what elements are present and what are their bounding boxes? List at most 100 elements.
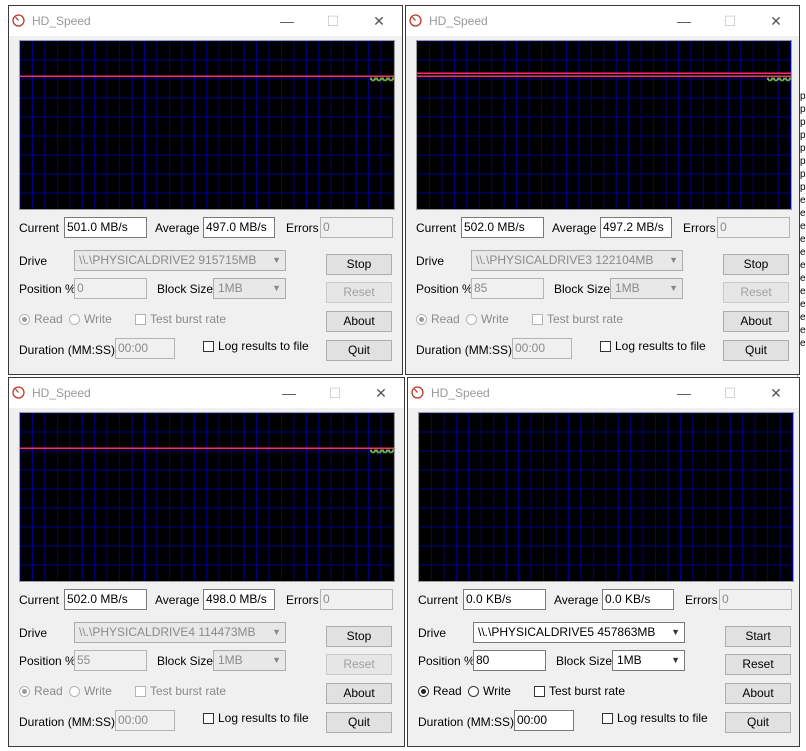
block-size-select[interactable]: 1MB ▼ bbox=[610, 278, 683, 299]
duration-label: Duration (MM:SS) bbox=[416, 343, 513, 357]
title-bar[interactable]: HD_Speed — ☐ ✕ bbox=[406, 6, 799, 36]
block-size-select[interactable]: 1MB ▼ bbox=[213, 650, 286, 671]
duration-field[interactable]: 00:00 bbox=[115, 710, 175, 731]
window-title: HD_Speed bbox=[32, 386, 91, 400]
close-button[interactable]: ✕ bbox=[358, 378, 404, 408]
drive-select[interactable]: \\.\PHYSICALDRIVE2 915715MB ▼ bbox=[74, 250, 286, 271]
block-size-select[interactable]: 1MB ▼ bbox=[612, 650, 685, 671]
test-burst-label: Test burst rate bbox=[150, 312, 227, 326]
about-button[interactable]: About bbox=[326, 683, 392, 704]
average-speed-field[interactable]: 498.0 MB/s bbox=[203, 589, 275, 610]
errors-field[interactable]: 0 bbox=[320, 589, 393, 610]
log-results-checkbox[interactable] bbox=[203, 713, 214, 724]
write-radio[interactable] bbox=[466, 314, 477, 325]
drive-select[interactable]: \\.\PHYSICALDRIVE4 114473MB ▼ bbox=[74, 622, 286, 643]
read-radio[interactable] bbox=[416, 314, 427, 325]
average-label: Average bbox=[554, 593, 599, 607]
reset-button[interactable]: Reset bbox=[326, 654, 392, 675]
drive-label: Drive bbox=[418, 626, 447, 640]
duration-field[interactable]: 00:00 bbox=[512, 338, 572, 359]
title-bar[interactable]: HD_Speed — ☐ ✕ bbox=[9, 6, 402, 36]
read-radio[interactable] bbox=[19, 314, 30, 325]
test-burst-checkbox[interactable] bbox=[135, 314, 146, 325]
average-label: Average bbox=[552, 221, 597, 235]
close-button[interactable]: ✕ bbox=[753, 378, 799, 408]
current-label: Current bbox=[19, 221, 60, 235]
start-stop-button[interactable]: Start bbox=[725, 626, 791, 647]
log-results-checkbox[interactable] bbox=[600, 341, 611, 352]
position-field[interactable]: 80 bbox=[473, 650, 546, 671]
errors-field[interactable]: 0 bbox=[719, 589, 792, 610]
average-speed-field[interactable]: 0.0 KB/s bbox=[602, 589, 674, 610]
quit-button[interactable]: Quit bbox=[723, 340, 789, 361]
drive-select[interactable]: \\.\PHYSICALDRIVE3 122104MB ▼ bbox=[471, 250, 683, 271]
about-button[interactable]: About bbox=[723, 311, 789, 332]
current-speed-field[interactable]: 0.0 KB/s bbox=[463, 589, 546, 610]
quit-button[interactable]: Quit bbox=[326, 340, 392, 361]
test-burst-checkbox[interactable] bbox=[135, 686, 146, 697]
minimize-button[interactable]: — bbox=[266, 378, 312, 408]
errors-label: Errors bbox=[683, 221, 716, 235]
test-burst-label: Test burst rate bbox=[549, 684, 626, 698]
write-label: Write bbox=[483, 684, 511, 698]
average-speed-field[interactable]: 497.2 MB/s bbox=[600, 217, 672, 238]
read-radio[interactable] bbox=[19, 686, 30, 697]
write-radio[interactable] bbox=[69, 314, 80, 325]
block-size-select[interactable]: 1MB ▼ bbox=[213, 278, 286, 299]
position-label: Position % bbox=[19, 654, 76, 668]
average-speed-field[interactable]: 497.0 MB/s bbox=[203, 217, 275, 238]
current-speed-field[interactable]: 501.0 MB/s bbox=[64, 217, 147, 238]
duration-field[interactable]: 00:00 bbox=[514, 710, 574, 731]
reset-button[interactable]: Reset bbox=[326, 282, 392, 303]
about-button[interactable]: About bbox=[326, 311, 392, 332]
errors-field[interactable]: 0 bbox=[717, 217, 790, 238]
read-label: Read bbox=[433, 684, 462, 698]
test-burst-checkbox[interactable] bbox=[534, 686, 545, 697]
log-results-label: Log results to file bbox=[617, 711, 708, 725]
log-results-label: Log results to file bbox=[615, 339, 706, 353]
drive-select[interactable]: \\.\PHYSICALDRIVE5 457863MB ▼ bbox=[473, 622, 685, 643]
speedometer-icon bbox=[12, 14, 25, 27]
write-radio[interactable] bbox=[69, 686, 80, 697]
write-radio[interactable] bbox=[468, 686, 479, 697]
start-stop-button[interactable]: Stop bbox=[326, 254, 392, 275]
speed-graph bbox=[418, 412, 794, 582]
read-radio[interactable] bbox=[418, 686, 429, 697]
reset-button[interactable]: Reset bbox=[725, 654, 791, 675]
position-field[interactable]: 0 bbox=[74, 278, 147, 299]
chevron-down-icon: ▼ bbox=[272, 627, 281, 637]
duration-field[interactable]: 00:00 bbox=[115, 338, 175, 359]
about-button[interactable]: About bbox=[725, 683, 791, 704]
average-label: Average bbox=[155, 593, 200, 607]
reset-button[interactable]: Reset bbox=[723, 282, 789, 303]
close-button[interactable]: ✕ bbox=[356, 6, 402, 36]
start-stop-button[interactable]: Stop bbox=[326, 626, 392, 647]
position-field[interactable]: 85 bbox=[471, 278, 544, 299]
quit-button[interactable]: Quit bbox=[326, 712, 392, 733]
close-button[interactable]: ✕ bbox=[753, 6, 799, 36]
chevron-down-icon: ▼ bbox=[669, 283, 678, 293]
hd-speed-window: HD_Speed — ☐ ✕ Current 0.0 KB/s Average … bbox=[407, 377, 800, 747]
write-label: Write bbox=[84, 312, 112, 326]
minimize-button[interactable]: — bbox=[661, 6, 707, 36]
minimize-button[interactable]: — bbox=[264, 6, 310, 36]
start-stop-button[interactable]: Stop bbox=[723, 254, 789, 275]
test-burst-checkbox[interactable] bbox=[532, 314, 543, 325]
quit-button[interactable]: Quit bbox=[725, 712, 791, 733]
title-bar[interactable]: HD_Speed — ☐ ✕ bbox=[9, 378, 404, 408]
position-field[interactable]: 55 bbox=[74, 650, 147, 671]
log-results-checkbox[interactable] bbox=[203, 341, 214, 352]
current-speed-field[interactable]: 502.0 MB/s bbox=[461, 217, 544, 238]
title-bar[interactable]: HD_Speed — ☐ ✕ bbox=[408, 378, 799, 408]
errors-field[interactable]: 0 bbox=[320, 217, 393, 238]
maximize-button: ☐ bbox=[326, 13, 340, 29]
maximize-button: ☐ bbox=[328, 385, 342, 401]
speedometer-icon bbox=[12, 386, 25, 399]
minimize-button[interactable]: — bbox=[661, 378, 707, 408]
drive-label: Drive bbox=[19, 254, 48, 268]
errors-label: Errors bbox=[286, 593, 319, 607]
graph-grid bbox=[417, 41, 791, 209]
current-speed-field[interactable]: 502.0 MB/s bbox=[64, 589, 147, 610]
read-label: Read bbox=[431, 312, 460, 326]
log-results-checkbox[interactable] bbox=[602, 713, 613, 724]
